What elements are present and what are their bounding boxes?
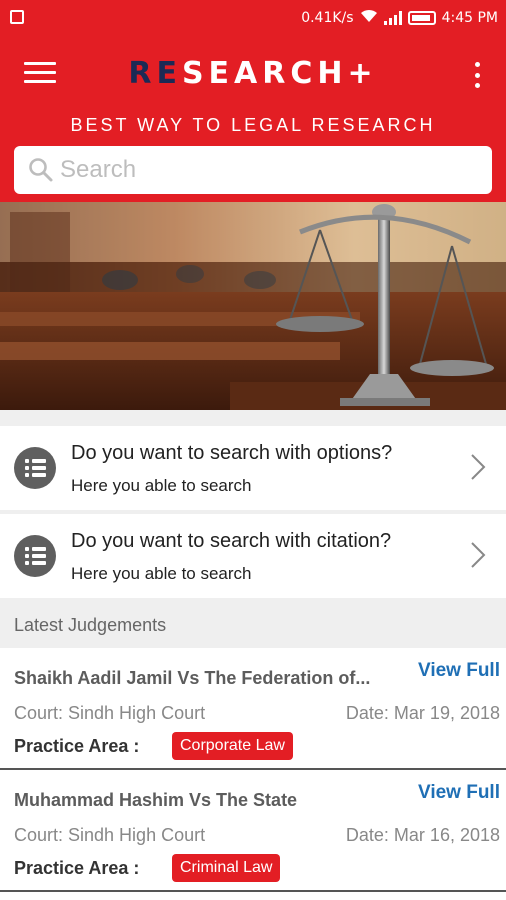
search-icon — [28, 157, 54, 183]
search-input[interactable] — [60, 156, 460, 184]
option-title: Do you want to search with citation? — [71, 530, 392, 552]
judgement-card[interactable]: Muhammad Hashim Vs The State View Full C… — [0, 772, 506, 892]
chevron-right-icon — [471, 454, 486, 480]
banner-carousel[interactable] — [0, 202, 506, 410]
list-icon — [14, 535, 56, 577]
battery-icon — [407, 11, 436, 25]
search-bar[interactable] — [14, 146, 492, 194]
practice-area-badge[interactable]: Criminal Law — [172, 854, 281, 882]
view-full-link[interactable]: View Full — [418, 782, 500, 804]
network-speed: 0.41K/s — [301, 10, 354, 26]
overflow-menu-icon[interactable] — [472, 62, 482, 88]
logo-part-dark: RE — [128, 56, 182, 91]
judgement-title: Shaikh Aadil Jamil Vs The Federation of.… — [14, 668, 371, 688]
list-icon — [14, 447, 56, 489]
toolbar: RESEARCH+ — [0, 40, 506, 108]
practice-area-label: Practice Area : — [14, 858, 140, 878]
option-title: Do you want to search with options? — [71, 442, 393, 464]
practice-area-label: Practice Area : — [14, 736, 140, 756]
search-with-citation-row[interactable]: Do you want to search with citation? Her… — [0, 514, 506, 598]
tagline: BEST WAY TO LEGAL RESEARCH — [70, 115, 436, 135]
status-bar-right: 0.41K/s 4:45 PM — [301, 9, 498, 27]
app-header: 0.41K/s 4:45 PM RESEARCH+ BEST WAY TO LE… — [0, 0, 506, 202]
wifi-icon — [360, 9, 378, 27]
judgement-card[interactable]: Shaikh Aadil Jamil Vs The Federation of.… — [0, 650, 506, 770]
clock: 4:45 PM — [441, 10, 498, 26]
search-with-options-row[interactable]: Do you want to search with options? Here… — [0, 426, 506, 510]
chevron-right-icon — [471, 542, 486, 568]
judgement-date: Date: Mar 16, 2018 — [345, 825, 500, 845]
judgement-date: Date: Mar 19, 2018 — [345, 703, 500, 723]
signal-icon — [383, 11, 402, 25]
judgement-court: Court: Sindh High Court — [14, 825, 206, 845]
status-bar: 0.41K/s 4:45 PM — [0, 0, 506, 34]
app-logo: RESEARCH+ — [0, 56, 506, 91]
section-header: Latest Judgements — [0, 598, 506, 648]
option-subtitle: Here you able to search — [71, 476, 252, 495]
practice-area-badge[interactable]: Corporate Law — [172, 732, 293, 760]
divider — [0, 410, 506, 426]
judgement-title: Muhammad Hashim Vs The State — [14, 790, 298, 810]
option-subtitle: Here you able to search — [71, 564, 252, 583]
courtroom-scales-image — [0, 202, 506, 410]
screenshot-notification-icon — [10, 10, 24, 24]
section-title: Latest Judgements — [14, 615, 167, 635]
logo-part-light: SEARCH+ — [181, 56, 378, 91]
view-full-link[interactable]: View Full — [418, 660, 500, 682]
judgement-court: Court: Sindh High Court — [14, 703, 206, 723]
